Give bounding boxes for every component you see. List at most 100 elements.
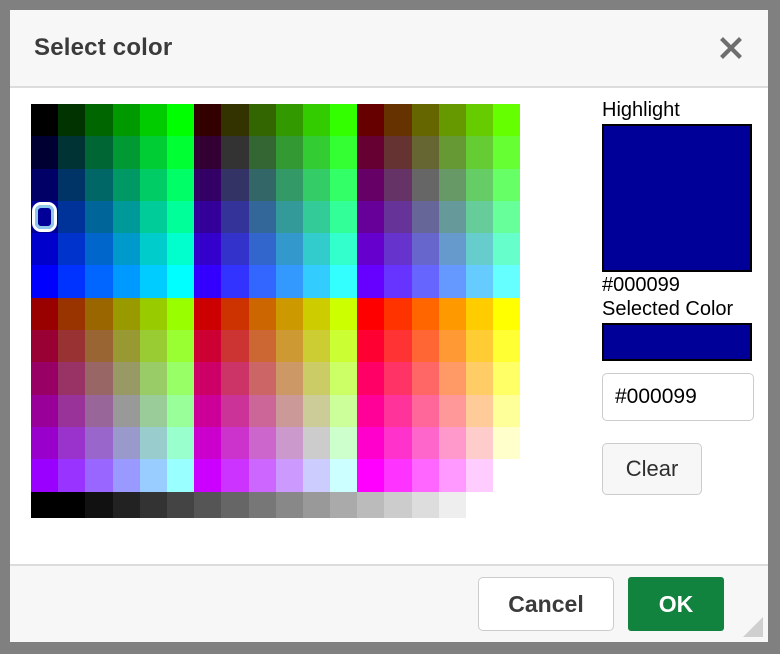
color-swatch[interactable]	[194, 426, 222, 460]
color-swatch[interactable]	[194, 168, 222, 201]
color-swatch[interactable]	[466, 136, 494, 169]
color-swatch[interactable]	[438, 394, 466, 427]
color-swatch[interactable]	[493, 233, 521, 266]
grayscale-palette-row[interactable]	[31, 491, 521, 518]
color-swatch[interactable]	[166, 394, 195, 427]
color-swatch[interactable]	[493, 426, 521, 460]
color-swatch[interactable]	[31, 330, 59, 363]
color-swatch[interactable]	[330, 330, 358, 363]
color-swatch[interactable]	[221, 136, 249, 169]
color-swatch[interactable]	[85, 394, 113, 427]
color-swatch[interactable]	[194, 104, 222, 137]
color-swatch[interactable]	[384, 330, 412, 363]
color-swatch[interactable]	[248, 426, 276, 460]
color-swatch[interactable]	[466, 362, 494, 395]
color-swatch[interactable]	[221, 426, 249, 460]
color-swatch[interactable]	[302, 104, 331, 137]
grayscale-swatch[interactable]	[85, 491, 113, 518]
color-swatch[interactable]	[112, 362, 140, 395]
color-swatch[interactable]	[139, 297, 167, 331]
color-swatch[interactable]	[411, 168, 439, 201]
color-swatch[interactable]	[166, 168, 195, 201]
color-swatch[interactable]	[302, 200, 331, 234]
color-swatch[interactable]	[248, 104, 276, 137]
color-swatch[interactable]	[275, 168, 303, 201]
color-swatch[interactable]	[112, 459, 140, 492]
color-swatch[interactable]	[411, 330, 439, 363]
grayscale-swatch[interactable]	[330, 491, 358, 518]
color-swatch[interactable]	[493, 394, 521, 427]
color-swatch[interactable]	[139, 459, 167, 492]
color-swatch[interactable]	[194, 297, 222, 331]
color-swatch[interactable]	[31, 362, 59, 395]
hex-color-input[interactable]	[602, 373, 754, 421]
color-swatch[interactable]	[384, 104, 412, 137]
color-swatch[interactable]	[357, 233, 385, 266]
color-swatch[interactable]	[438, 200, 466, 234]
color-swatch[interactable]	[248, 136, 276, 169]
color-swatch[interactable]	[330, 265, 358, 298]
color-swatch[interactable]	[493, 136, 521, 169]
color-swatch[interactable]	[248, 459, 276, 492]
grayscale-swatch[interactable]	[466, 491, 494, 518]
color-swatch[interactable]	[357, 200, 385, 234]
color-swatch[interactable]	[275, 136, 303, 169]
color-swatch[interactable]	[31, 265, 59, 298]
color-swatch[interactable]	[248, 362, 276, 395]
color-swatch[interactable]	[330, 459, 358, 492]
color-swatch[interactable]	[466, 394, 494, 427]
grayscale-swatch[interactable]	[438, 491, 466, 518]
color-swatch[interactable]	[85, 233, 113, 266]
color-swatch[interactable]	[166, 297, 195, 331]
color-swatch[interactable]	[493, 330, 521, 363]
color-swatch[interactable]	[384, 394, 412, 427]
color-swatch[interactable]	[166, 136, 195, 169]
color-swatch[interactable]	[221, 265, 249, 298]
grayscale-swatch[interactable]	[302, 491, 331, 518]
color-swatch[interactable]	[275, 426, 303, 460]
color-swatch[interactable]	[357, 426, 385, 460]
grayscale-swatch[interactable]	[248, 491, 276, 518]
color-swatch[interactable]	[275, 330, 303, 363]
color-swatch[interactable]	[466, 200, 494, 234]
color-swatch[interactable]	[112, 394, 140, 427]
color-swatch[interactable]	[194, 200, 222, 234]
color-swatch[interactable]	[275, 297, 303, 331]
color-swatch[interactable]	[85, 330, 113, 363]
color-swatch[interactable]	[493, 168, 521, 201]
color-swatch[interactable]	[438, 104, 466, 137]
color-swatch[interactable]	[194, 265, 222, 298]
color-swatch[interactable]	[438, 136, 466, 169]
grayscale-swatch[interactable]	[221, 491, 249, 518]
color-swatch[interactable]	[139, 265, 167, 298]
color-swatch[interactable]	[58, 168, 86, 201]
color-swatch[interactable]	[357, 459, 385, 492]
color-swatch[interactable]	[302, 394, 331, 427]
color-swatch[interactable]	[302, 459, 331, 492]
color-swatch[interactable]	[411, 459, 439, 492]
color-swatch[interactable]	[302, 136, 331, 169]
color-swatch[interactable]	[221, 297, 249, 331]
color-swatch[interactable]	[275, 265, 303, 298]
color-swatch[interactable]	[411, 265, 439, 298]
color-swatch[interactable]	[31, 136, 59, 169]
color-swatch[interactable]	[411, 297, 439, 331]
color-swatch[interactable]	[194, 330, 222, 363]
color-swatch[interactable]	[384, 297, 412, 331]
close-icon[interactable]	[714, 31, 748, 65]
color-swatch[interactable]	[330, 394, 358, 427]
color-swatch[interactable]	[438, 168, 466, 201]
color-swatch[interactable]	[248, 233, 276, 266]
color-swatch[interactable]	[112, 136, 140, 169]
color-swatch[interactable]	[275, 394, 303, 427]
grayscale-swatch[interactable]	[384, 491, 412, 518]
color-swatch[interactable]	[384, 459, 412, 492]
color-swatch[interactable]	[438, 297, 466, 331]
color-swatch[interactable]	[221, 233, 249, 266]
color-swatch[interactable]	[166, 200, 195, 234]
color-swatch[interactable]	[411, 233, 439, 266]
color-swatch[interactable]	[466, 459, 494, 492]
color-swatch[interactable]	[85, 265, 113, 298]
color-swatch[interactable]	[330, 362, 358, 395]
color-swatch[interactable]	[58, 297, 86, 331]
